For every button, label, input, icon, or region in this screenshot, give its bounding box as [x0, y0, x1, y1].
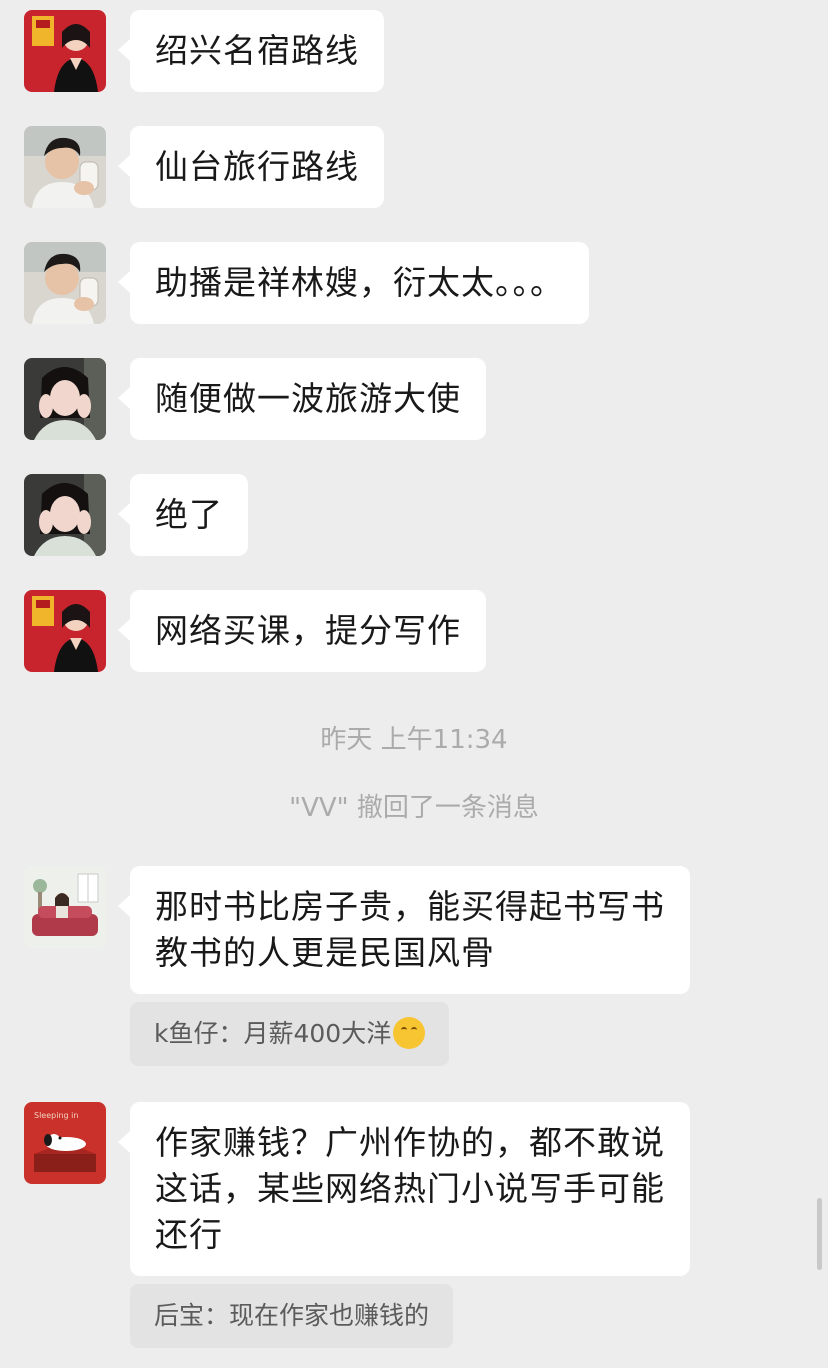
quote-reply[interactable]: 后宝：现在作家也赚钱的 [130, 1284, 454, 1348]
message-bubble[interactable]: 助播是祥林嫂，衍太太。。。 [118, 242, 589, 324]
avatar-woman-hands-face[interactable] [24, 474, 106, 556]
message-bubble[interactable]: 仙台旅行路线 [118, 126, 384, 208]
message-bubble[interactable]: 网络买课，提分写作 [118, 590, 486, 672]
quote-reply[interactable]: k鱼仔：月薪400大洋 [130, 1002, 450, 1066]
thinking-face-emoji-icon [393, 1017, 426, 1049]
avatar-caption: Sleeping in [34, 1111, 78, 1120]
avatar-snoopy[interactable]: Sleeping in [24, 1102, 106, 1184]
avatar-cartoon-girl-sofa[interactable] [24, 866, 106, 948]
timestamp: 昨天 上午11:34 [320, 725, 508, 755]
avatar-man-drinking[interactable] [24, 242, 106, 324]
message-bubble[interactable]: 随便做一波旅游大使 [118, 358, 486, 440]
message-bubble[interactable]: 那时书比房子贵，能买得起书写书 教书的人更是民国风骨 [118, 866, 690, 994]
recall-notice: "VV" 撤回了一条消息 [289, 793, 539, 823]
message-bubble[interactable]: 绍兴名宿路线 [118, 10, 384, 92]
message-bubble[interactable]: 作家赚钱？广州作协的，都不敢说 这话，某些网络热门小说写手可能 还行 [118, 1102, 690, 1276]
scrollbar[interactable] [817, 1198, 822, 1270]
message-bubble[interactable]: 绝了 [118, 474, 248, 556]
avatar-woman-red-bg[interactable] [24, 590, 106, 672]
avatar-woman-hands-face[interactable] [24, 358, 106, 440]
avatar-man-drinking[interactable] [24, 126, 106, 208]
avatar-woman-red-bg[interactable] [24, 10, 106, 92]
quote-text: k鱼仔：月薪400大洋 [154, 1019, 392, 1048]
